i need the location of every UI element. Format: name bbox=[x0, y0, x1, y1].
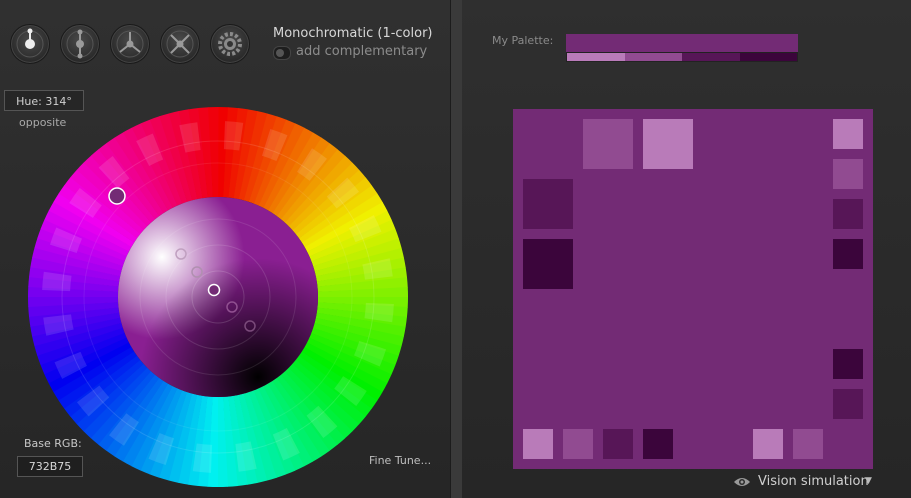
palette-label: My Palette: bbox=[492, 34, 554, 47]
base-color-handle[interactable] bbox=[207, 283, 221, 297]
saturation-brightness-disc[interactable] bbox=[118, 197, 318, 397]
palette-shades bbox=[566, 52, 798, 62]
preview-swatch bbox=[583, 119, 633, 169]
preview-swatch bbox=[563, 429, 593, 459]
preview-swatch bbox=[833, 239, 863, 269]
complement-icon bbox=[66, 29, 94, 59]
preview-swatch bbox=[523, 429, 553, 459]
eye-icon bbox=[734, 478, 750, 486]
complement-mode-button[interactable] bbox=[60, 24, 100, 64]
preview-swatch bbox=[753, 429, 783, 459]
triad-mode-button[interactable] bbox=[110, 24, 150, 64]
vision-simulation-label: Vision simulation bbox=[758, 474, 869, 489]
preview-swatch bbox=[833, 119, 863, 149]
chevron-down-icon: ▼ bbox=[865, 476, 872, 486]
tetrad-icon bbox=[166, 30, 194, 58]
add-complementary-toggle[interactable] bbox=[273, 46, 291, 60]
add-complementary-label[interactable]: add complementary bbox=[296, 44, 427, 59]
preview-swatch bbox=[523, 179, 573, 229]
palette-shade[interactable] bbox=[624, 53, 682, 61]
preview-swatch bbox=[643, 119, 693, 169]
palette-main-swatch[interactable] bbox=[566, 34, 798, 52]
scheme-title: Monochromatic (1-color) bbox=[273, 26, 433, 41]
preview-swatch bbox=[833, 349, 863, 379]
analogic-mode-button[interactable] bbox=[210, 24, 250, 64]
preview-swatch bbox=[643, 429, 673, 459]
base-rgb-input[interactable]: 732B75 bbox=[17, 456, 83, 477]
palette-shade[interactable] bbox=[682, 53, 740, 61]
preview-swatch bbox=[833, 199, 863, 229]
fine-tune-link[interactable]: Fine Tune... bbox=[369, 454, 431, 467]
preview-swatch bbox=[603, 429, 633, 459]
triad-icon bbox=[116, 30, 144, 58]
palette-preview bbox=[513, 109, 873, 469]
preview-swatch bbox=[833, 389, 863, 419]
mono-icon bbox=[16, 28, 44, 58]
color-wheel[interactable] bbox=[28, 107, 408, 487]
preview-swatch bbox=[793, 429, 823, 459]
mono-mode-button[interactable] bbox=[10, 24, 50, 64]
palette-shade[interactable] bbox=[567, 53, 625, 61]
tetrad-mode-button[interactable] bbox=[160, 24, 200, 64]
gear-icon bbox=[218, 32, 242, 56]
base-rgb-label: Base RGB: bbox=[24, 437, 82, 450]
hue-handle[interactable] bbox=[108, 187, 126, 205]
preview-swatch bbox=[833, 159, 863, 189]
preview-swatch bbox=[523, 239, 573, 289]
palette-shade[interactable] bbox=[739, 53, 797, 61]
